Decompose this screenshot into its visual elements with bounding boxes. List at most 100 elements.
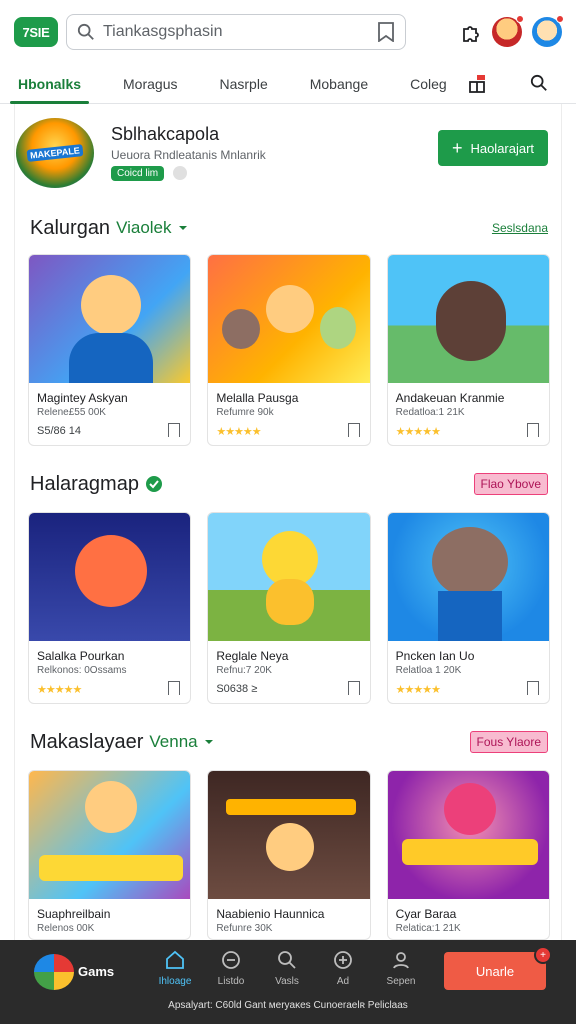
section-pill[interactable]: Fous Ylaore bbox=[469, 731, 548, 753]
section-header-3: Makaslayaer Venna Fous Ylaore bbox=[30, 728, 548, 756]
section-subtitle: Viaolek bbox=[116, 218, 172, 237]
notification-dot bbox=[516, 15, 524, 23]
footer-text: Apsalyart: C60ld Gant ᴍeryaᴋes Cunoerael… bbox=[168, 1000, 408, 1011]
developer-subtitle: Ueuora Rndleatanis Mnlanrik bbox=[111, 148, 266, 162]
game-price: S0638 ≥ bbox=[216, 683, 258, 695]
developer-header: MAKEPALE Sblhakcapola Ueuora Rndleatanis… bbox=[16, 118, 564, 196]
chevron-down-icon[interactable] bbox=[178, 223, 188, 233]
game-title: Melalla Pausga bbox=[216, 391, 299, 405]
game-title: Salalka Pourkan bbox=[37, 649, 125, 663]
game-thumbnail bbox=[29, 513, 191, 641]
info-icon[interactable] bbox=[173, 166, 187, 180]
verified-icon bbox=[145, 476, 162, 492]
nav-label: Ihloage bbox=[158, 976, 192, 987]
game-thumbnail bbox=[208, 513, 370, 641]
search-box[interactable]: Tiankasgsphasin bbox=[66, 14, 406, 50]
tab-1[interactable]: Moragus bbox=[123, 64, 177, 104]
avatar-2[interactable] bbox=[532, 15, 564, 47]
game-meta: Relatloa 1 20K bbox=[395, 665, 462, 676]
bookmark-icon[interactable] bbox=[526, 681, 539, 695]
nav-search[interactable]: Vasls bbox=[262, 950, 312, 987]
developer-badge: MAKEPALE bbox=[16, 118, 94, 188]
section-header-1: Kalurgan Viaolek Seslsdana bbox=[30, 214, 548, 242]
game-card[interactable]: Pncken Ian Uo Relatloa 1 20K ★★★★★ bbox=[386, 512, 550, 704]
game-thumbnail bbox=[387, 771, 549, 899]
chevron-down-icon[interactable] bbox=[204, 737, 214, 747]
game-card[interactable]: Salalka Pourkan Relkonos: 0Ossams ★★★★★ bbox=[28, 512, 192, 704]
bottom-bar: Gams Ihloage Listdo Vasls Ad Sepen Unarl… bbox=[0, 940, 576, 1024]
nav-home[interactable]: Ihloage bbox=[150, 950, 200, 987]
tab-0[interactable]: Hbonalks bbox=[9, 64, 90, 104]
rating-stars: ★★★★★ bbox=[37, 684, 82, 696]
game-card[interactable]: Naabienio Haunnica Refunre 30K bbox=[207, 770, 371, 940]
gift-icon[interactable] bbox=[468, 75, 486, 93]
install-button[interactable]: Unarle + bbox=[444, 946, 552, 990]
follow-button[interactable]: + Haolarajart bbox=[438, 130, 548, 166]
game-title: Suaphreilbain bbox=[37, 907, 111, 921]
section-title: Makaslayaer bbox=[30, 730, 144, 753]
rating-stars: ★★★★★ bbox=[395, 684, 441, 696]
puzzle-icon[interactable] bbox=[460, 21, 482, 43]
nav-label: Listdo bbox=[217, 976, 245, 987]
game-card[interactable]: Suaphreilbain Relenos 00K bbox=[28, 770, 192, 940]
section-title: Halaragmap bbox=[30, 472, 139, 495]
app-logo[interactable]: 7SIE bbox=[14, 17, 58, 47]
see-all-link[interactable]: Seslsdana bbox=[492, 221, 548, 235]
game-title: Reglale Neya bbox=[216, 649, 289, 663]
tab-2[interactable]: Nasrple bbox=[219, 64, 267, 104]
home-icon bbox=[166, 950, 184, 969]
bookmark-icon[interactable] bbox=[168, 423, 181, 437]
cta-badge: + bbox=[534, 946, 552, 964]
game-card[interactable]: Melalla Pausga Refumre 90k ★★★★★ bbox=[207, 254, 371, 446]
plus-circle-icon bbox=[334, 951, 352, 969]
game-meta: Relenos 00K bbox=[37, 923, 95, 934]
nav-label: Sepen bbox=[386, 976, 416, 987]
tab-4[interactable]: Coleg bbox=[410, 64, 447, 104]
plus-icon: + bbox=[451, 137, 463, 158]
nav-list[interactable]: Listdo bbox=[206, 950, 256, 987]
game-meta: Refnu:7 20K bbox=[216, 665, 272, 676]
card-row-2: Salalka Pourkan Relkonos: 0Ossams ★★★★★ … bbox=[28, 512, 550, 704]
section-title: Kalurgan bbox=[30, 216, 111, 239]
nav-label: Ad bbox=[336, 976, 350, 987]
game-card[interactable]: Reglale Neya Refnu:7 20K S0638 ≥ bbox=[207, 512, 371, 704]
game-meta: Redatloa:1 21K bbox=[395, 407, 465, 418]
game-thumbnail bbox=[387, 255, 549, 383]
developer-tag: Coicd lim bbox=[111, 166, 165, 181]
game-card[interactable]: Magintey Askyan Relene£55 00K S5/86 14 bbox=[28, 254, 192, 446]
rating-stars: ★★★★★ bbox=[216, 426, 261, 438]
game-thumbnail bbox=[208, 255, 370, 383]
follow-label: Haolarajart bbox=[470, 140, 535, 156]
bookmark-icon[interactable] bbox=[526, 423, 539, 437]
minus-circle-icon bbox=[222, 951, 240, 969]
tab-3[interactable]: Mobange bbox=[310, 64, 368, 104]
game-thumbnail bbox=[208, 771, 370, 899]
bookmark-icon[interactable] bbox=[377, 22, 395, 42]
game-thumbnail bbox=[29, 771, 191, 899]
bookmark-icon[interactable] bbox=[168, 681, 181, 695]
tab-search-icon[interactable] bbox=[530, 74, 548, 92]
game-meta: Relatica:1 21K bbox=[395, 923, 461, 934]
game-price: S5/86 14 bbox=[37, 425, 82, 437]
search-icon bbox=[77, 23, 94, 40]
game-card[interactable]: Cyar Baraa Relatica:1 21K bbox=[386, 770, 550, 940]
tab-bar: Hbonalks Moragus Nasrple Mobange Coleg bbox=[0, 64, 576, 104]
top-bar: 7SIE Tiankasgsphasin bbox=[0, 0, 576, 64]
card-row-1: Magintey Askyan Relene£55 00K S5/86 14 M… bbox=[28, 254, 550, 446]
game-meta: Relene£55 00K bbox=[37, 407, 106, 418]
nav-profile[interactable]: Sepen bbox=[376, 950, 426, 987]
game-thumbnail bbox=[387, 513, 549, 641]
game-card[interactable]: Andakeuan Kranmie Redatloa:1 21K ★★★★★ bbox=[386, 254, 550, 446]
search-icon bbox=[278, 951, 296, 969]
section-header-2: Halaragmap Flao Ybove bbox=[30, 470, 548, 498]
section-pill[interactable]: Flao Ybove bbox=[473, 473, 548, 495]
brand-logo[interactable] bbox=[34, 954, 74, 990]
rating-stars: ★★★★★ bbox=[395, 426, 441, 438]
profile-icon bbox=[393, 952, 409, 969]
bookmark-icon[interactable] bbox=[347, 681, 360, 695]
card-row-3: Suaphreilbain Relenos 00K Naabienio Haun… bbox=[28, 770, 550, 940]
avatar-1[interactable] bbox=[492, 15, 524, 47]
nav-add[interactable]: Ad bbox=[318, 950, 368, 987]
bookmark-icon[interactable] bbox=[347, 423, 360, 437]
brand-label: Gams bbox=[78, 964, 115, 979]
